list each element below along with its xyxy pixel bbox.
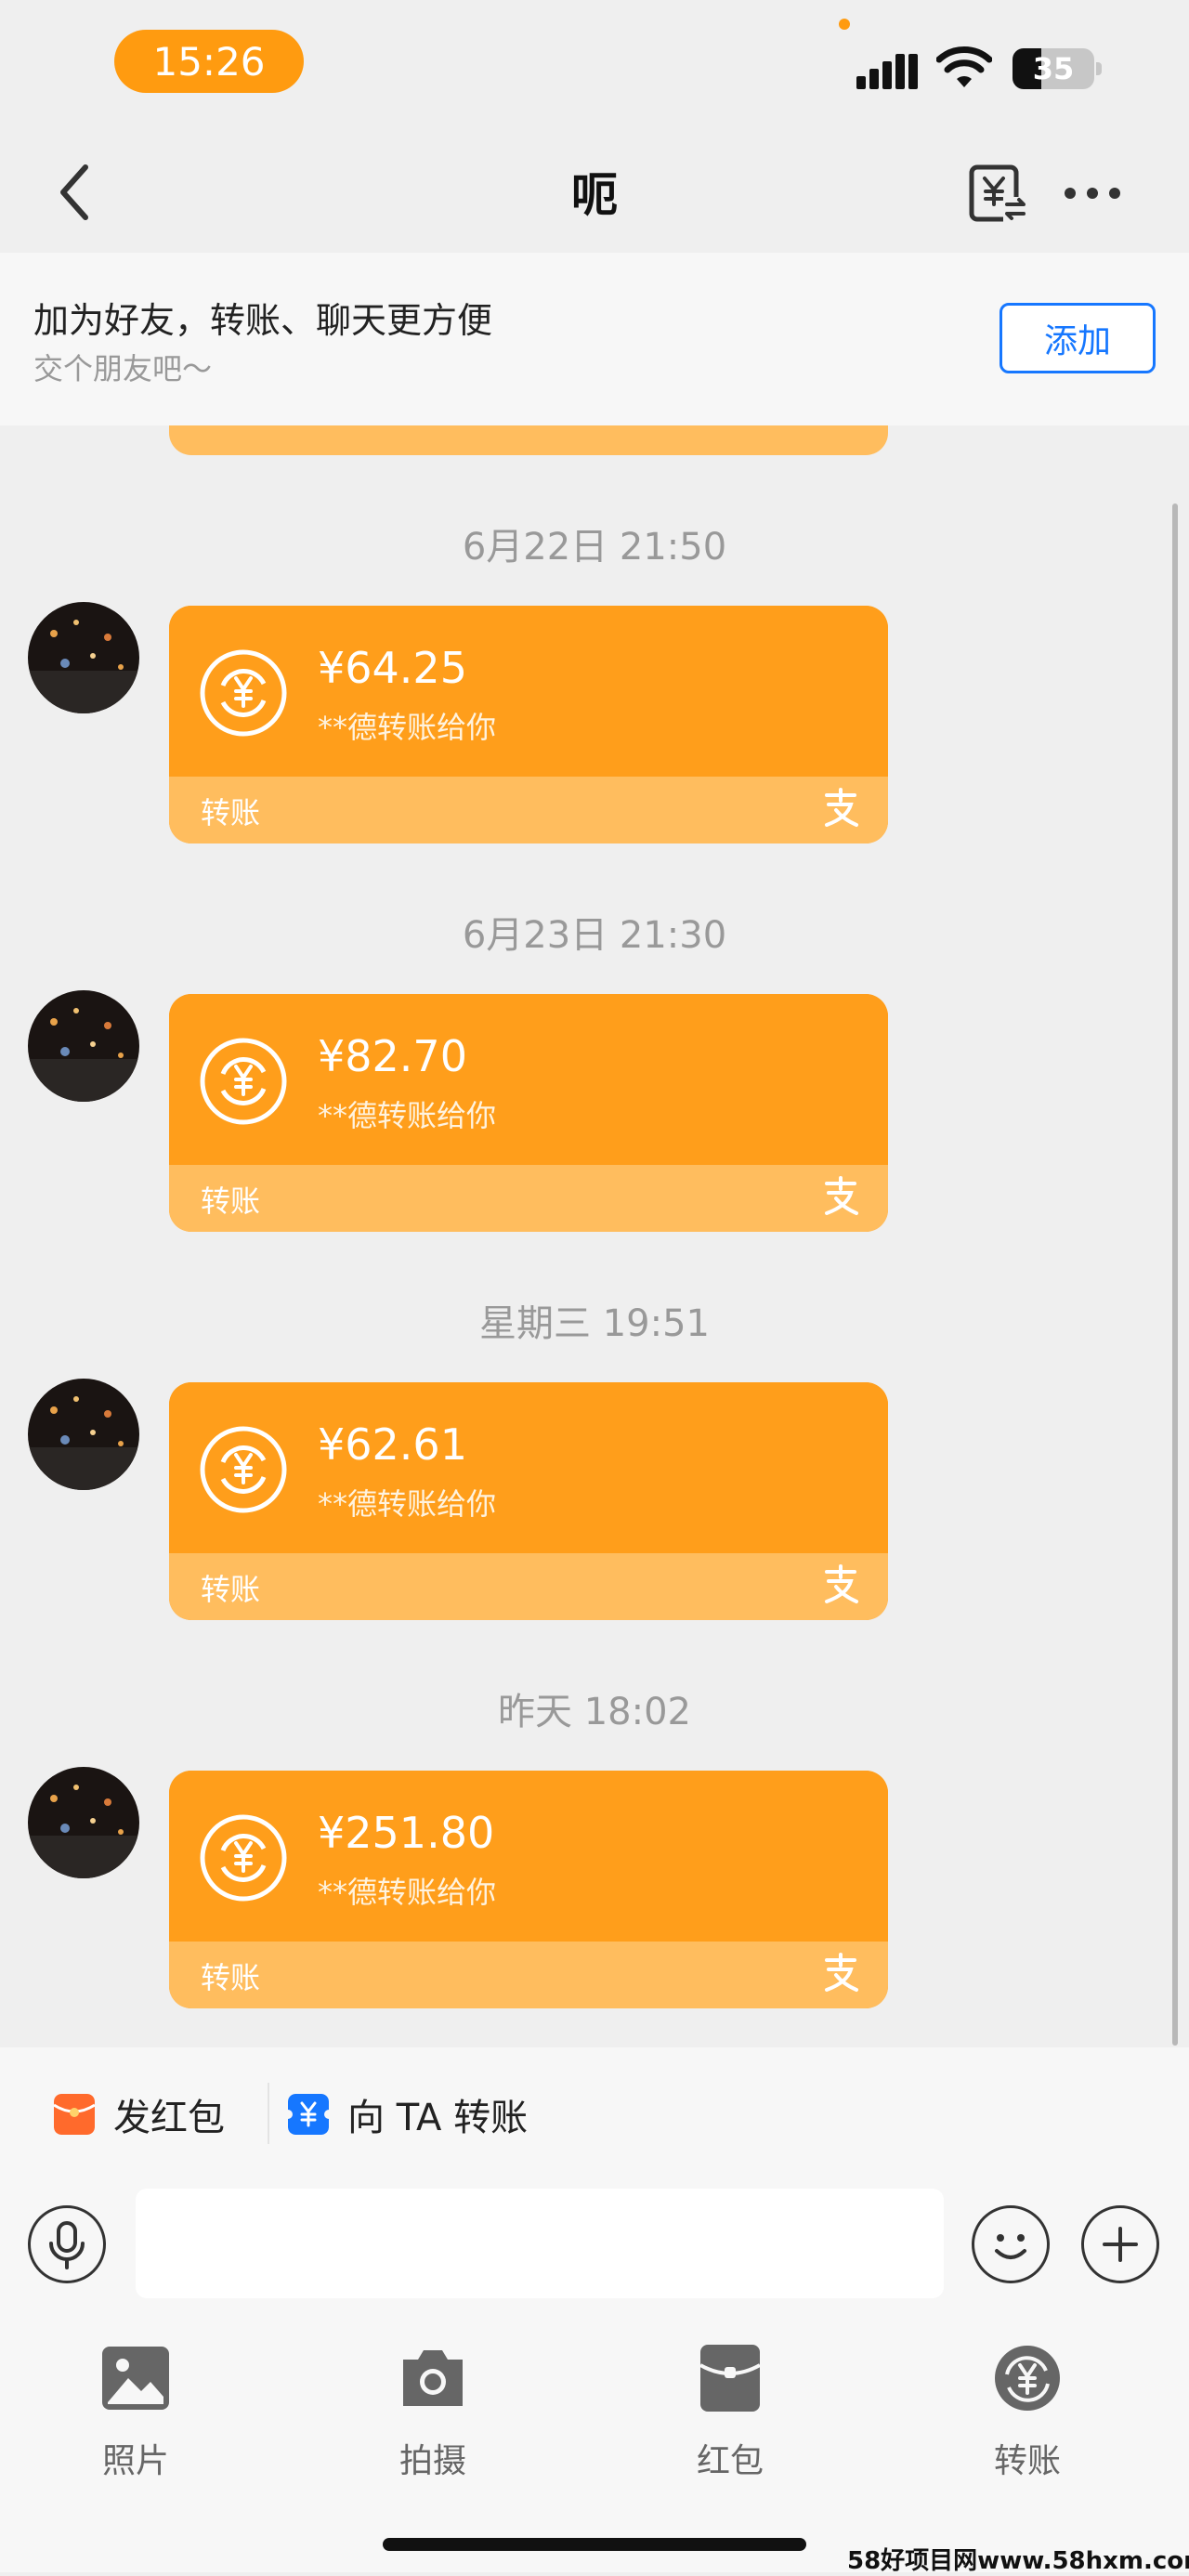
- tool-photo-label: 照片: [101, 2442, 169, 2480]
- message-input[interactable]: [136, 2189, 944, 2298]
- add-friend-subtitle: 交个朋友吧～: [33, 351, 213, 386]
- tool-transfer[interactable]: 转账: [934, 2343, 1120, 2482]
- watermark: 58好项目网www.58hxm.com: [847, 2547, 1189, 2575]
- tool-red-packet[interactable]: 红包: [637, 2343, 823, 2482]
- message-timestamp: 6月22日 21:50: [462, 526, 727, 569]
- cellular-signal-icon: [856, 54, 918, 89]
- alipay-icon: [825, 1564, 858, 1603]
- avatar-image: [28, 602, 139, 713]
- battery-percent: 35: [1032, 51, 1075, 86]
- photo-icon: [102, 2347, 169, 2410]
- mic-indicator-dot: [839, 19, 850, 30]
- transfer-amount: ¥251.80: [318, 1808, 495, 1858]
- red-packet-icon: [54, 2094, 95, 2135]
- transfer-card-partial[interactable]: 转账: [169, 425, 888, 455]
- add-friend-button[interactable]: 添加: [1000, 303, 1156, 373]
- transfer-description: **德转账给你: [318, 1875, 497, 1910]
- transfer-description: **德转账给你: [318, 1486, 497, 1522]
- transfer-icon: [995, 2346, 1060, 2411]
- avatar-image: [28, 1767, 139, 1878]
- avatar[interactable]: [28, 602, 139, 713]
- transfer-card-label: 转账: [201, 795, 261, 830]
- voice-button[interactable]: [28, 2205, 106, 2283]
- avatar-image: [28, 1379, 139, 1490]
- nav-bar: 呃: [0, 130, 1189, 253]
- scrollbar[interactable]: [1172, 503, 1178, 2046]
- red-packet-icon: [699, 2345, 761, 2412]
- avatar-image: [28, 990, 139, 1102]
- emoji-button[interactable]: [972, 2205, 1050, 2283]
- transfer-yuan-icon: [200, 1814, 287, 1902]
- transfer-description: **德转账给你: [318, 1098, 497, 1133]
- status-time: 15:26: [114, 30, 304, 93]
- tool-red-packet-label: 红包: [696, 2442, 764, 2480]
- quick-actions-bar: 发红包 向 TA 转账: [0, 2047, 1189, 2177]
- plus-icon: [1103, 2227, 1138, 2262]
- message-timestamp: 6月23日 21:30: [462, 914, 727, 957]
- alipay-icon: [825, 788, 858, 827]
- divider: [268, 2083, 269, 2144]
- transfer-yuan-icon: [200, 1426, 287, 1513]
- transfer-card[interactable]: ¥82.70 **德转账给你 转账: [169, 994, 888, 1232]
- message-timestamp: 星期三 19:51: [479, 1302, 710, 1345]
- add-friend-title: 加为好友，转账、聊天更方便: [33, 300, 493, 341]
- avatar[interactable]: [28, 1379, 139, 1490]
- transfer-card[interactable]: ¥64.25 **德转账给你 转账: [169, 606, 888, 843]
- transfer-amount: ¥64.25: [318, 643, 467, 693]
- message-input-row: [0, 2177, 1189, 2306]
- transfer-yuan-icon: [200, 1038, 287, 1125]
- avatar[interactable]: [28, 990, 139, 1102]
- transfer-amount: ¥62.61: [318, 1419, 467, 1470]
- more-icon[interactable]: [1061, 177, 1124, 210]
- alipay-icon: [825, 1176, 858, 1215]
- chat-history[interactable]: 转账 6月22日 21:50 ¥64.25 **德转账给你 转账 6月23日 2…: [0, 425, 1189, 2047]
- transfer-amount: ¥82.70: [318, 1031, 467, 1081]
- transfer-card[interactable]: ¥251.80 **德转账给你 转账: [169, 1771, 888, 2008]
- tool-panel: 照片 拍摄 红包 转账: [0, 2306, 1189, 2572]
- transfer-card-label: 转账: [201, 1960, 261, 1995]
- avatar[interactable]: [28, 1767, 139, 1878]
- yuan-exchange-icon[interactable]: [966, 162, 1029, 225]
- tool-camera[interactable]: 拍摄: [340, 2343, 526, 2482]
- alipay-icon: [825, 1953, 858, 1992]
- battery-icon: 35: [1013, 48, 1102, 89]
- add-friend-banner: 加为好友，转账、聊天更方便 交个朋友吧～ 添加: [0, 253, 1189, 425]
- transfer-to-ta-button[interactable]: 向 TA 转账: [288, 2088, 528, 2140]
- transfer-ticket-icon: [288, 2094, 329, 2135]
- send-red-packet-button[interactable]: 发红包: [54, 2088, 225, 2140]
- back-button[interactable]: [46, 160, 102, 225]
- smiley-icon: [995, 2234, 1026, 2259]
- transfer-card-label: 转账: [201, 1572, 261, 1607]
- message-timestamp: 昨天 18:02: [498, 1691, 691, 1733]
- transfer-to-ta-label: 向 TA 转账: [347, 2097, 529, 2139]
- transfer-card-label: 转账: [201, 1183, 261, 1219]
- tool-photo[interactable]: 照片: [43, 2343, 229, 2482]
- camera-icon: [403, 2350, 463, 2406]
- send-red-packet-label: 发红包: [113, 2097, 225, 2139]
- tool-camera-label: 拍摄: [399, 2442, 466, 2480]
- tool-transfer-label: 转账: [993, 2442, 1061, 2480]
- transfer-card[interactable]: ¥62.61 **德转账给你 转账: [169, 1382, 888, 1620]
- microphone-icon: [49, 2221, 85, 2269]
- home-indicator[interactable]: [383, 2538, 806, 2551]
- wifi-icon: [936, 46, 992, 87]
- plus-button[interactable]: [1081, 2205, 1159, 2283]
- status-bar: 15:26 35: [0, 0, 1189, 130]
- transfer-description: **德转账给你: [318, 710, 497, 745]
- transfer-yuan-icon: [200, 649, 287, 737]
- page-title: 呃: [571, 168, 618, 222]
